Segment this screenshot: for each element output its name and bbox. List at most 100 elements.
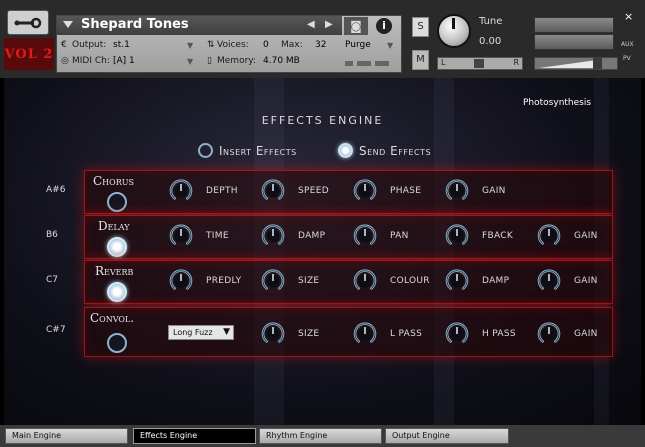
max-voices-value[interactable]: 32 — [315, 40, 326, 50]
time-knob[interactable] — [168, 223, 194, 249]
speed-knob[interactable] — [260, 178, 286, 204]
slot-indicator — [345, 61, 353, 66]
effect-row-convol — [84, 307, 613, 357]
effect-enable-toggle[interactable] — [107, 282, 127, 302]
damp-knob[interactable] — [260, 223, 286, 249]
pv-button[interactable]: PV — [623, 55, 631, 62]
instrument-header: VOL 2 Shepard Tones ◀ ▶ ◙ i € Output: st… — [0, 0, 645, 78]
pan-left-label: L — [441, 58, 446, 67]
slot-indicator — [357, 61, 371, 66]
output-dropdown-icon[interactable]: ▼ — [187, 41, 193, 50]
solo-button[interactable]: S — [412, 17, 429, 37]
effects-engine-panel: Photosynthesis EFFECTS ENGINE Insert Eff… — [4, 78, 641, 425]
voices-icon: ⇅ — [207, 40, 215, 50]
instrument-info-panel: Shepard Tones ◀ ▶ ◙ i € Output: st.1 ▼ ⇅… — [56, 15, 402, 73]
prev-instrument-icon[interactable]: ◀ — [307, 19, 315, 30]
memory-label: Memory: — [217, 56, 256, 66]
effect-row-delay — [84, 215, 613, 259]
param-label: PHASE — [390, 186, 422, 196]
tune-knob[interactable] — [437, 14, 471, 48]
param-label: FBACK — [482, 231, 514, 241]
param-label: H PASS — [482, 329, 516, 339]
param-label: TIME — [206, 231, 229, 241]
insert-effects-option[interactable]: Insert Effects — [198, 143, 297, 158]
close-icon[interactable]: × — [624, 10, 633, 23]
param-label: SIZE — [298, 329, 320, 339]
effect-enable-toggle[interactable] — [107, 333, 127, 353]
send-effects-label[interactable]: Send Effects — [359, 144, 431, 158]
slot-indicator — [375, 61, 389, 66]
effect-enable-toggle[interactable] — [107, 192, 127, 212]
ir-preset-select[interactable]: Long Fuzz ▼ — [168, 325, 234, 340]
mute-button[interactable]: M — [412, 50, 429, 70]
depth-knob[interactable] — [168, 178, 194, 204]
pan-handle[interactable] — [474, 59, 484, 68]
predly-knob[interactable] — [168, 268, 194, 294]
gain-knob[interactable] — [536, 268, 562, 294]
memory-value: 4.70 MB — [263, 56, 300, 66]
damp-knob[interactable] — [444, 268, 470, 294]
gain-knob[interactable] — [536, 321, 562, 347]
midi-channel-value[interactable]: [A] 1 — [113, 56, 135, 66]
wrench-icon[interactable] — [7, 10, 49, 35]
vol2-logo: VOL 2 — [4, 38, 54, 70]
tab-effects-engine[interactable]: Effects Engine — [133, 428, 256, 444]
level-meter-right — [534, 34, 614, 50]
insert-effects-label[interactable]: Insert Effects — [219, 144, 297, 158]
collapse-triangle-icon[interactable] — [63, 21, 73, 28]
aux-button[interactable]: AUX — [621, 41, 634, 48]
max-label: Max: — [281, 40, 303, 50]
fback-knob[interactable] — [444, 223, 470, 249]
page-title: EFFECTS ENGINE — [261, 114, 384, 127]
pan-knob[interactable] — [352, 223, 378, 249]
tab-rhythm-engine[interactable]: Rhythm Engine — [259, 428, 382, 444]
send-effects-option[interactable]: Send Effects — [338, 143, 431, 158]
ir-preset-value[interactable]: Long Fuzz — [173, 328, 213, 337]
gain-knob[interactable] — [444, 178, 470, 204]
midi-channel-label: MIDI Ch: — [72, 56, 110, 66]
send-effects-radio[interactable] — [338, 143, 353, 158]
midi-dropdown-icon[interactable]: ▼ — [187, 57, 193, 66]
purge-menu[interactable]: Purge — [345, 40, 371, 50]
tab-main-engine[interactable]: Main Engine — [5, 428, 128, 444]
midi-icon: ◎ — [61, 56, 69, 66]
instrument-name[interactable]: Shepard Tones — [81, 17, 189, 32]
gain-knob[interactable] — [536, 223, 562, 249]
effect-name: Delay — [98, 219, 130, 233]
instrument-title-bar[interactable]: Shepard Tones ◀ ▶ — [57, 16, 342, 35]
volume-slider[interactable] — [534, 57, 618, 70]
camera-icon[interactable]: ◙ — [344, 17, 368, 35]
effect-enable-toggle[interactable] — [107, 237, 127, 257]
pan-right-label: R — [513, 58, 519, 67]
pan-slider[interactable]: L R — [437, 57, 523, 70]
param-label: PREDLY — [206, 276, 242, 286]
size-knob[interactable] — [260, 268, 286, 294]
effect-row-reverb — [84, 260, 613, 304]
h-pass-knob[interactable] — [444, 321, 470, 347]
effect-name: Chorus — [93, 174, 134, 188]
colour-knob[interactable] — [352, 268, 378, 294]
voices-value: 0 — [263, 40, 269, 50]
output-value[interactable]: st.1 — [113, 40, 130, 50]
next-instrument-icon[interactable]: ▶ — [325, 19, 333, 30]
size-knob[interactable] — [260, 321, 286, 347]
info-icon[interactable]: i — [376, 18, 392, 34]
level-meter-left — [534, 17, 614, 33]
effect-name: Convol. — [90, 311, 135, 325]
insert-effects-radio[interactable] — [198, 143, 213, 158]
param-label: DAMP — [298, 231, 326, 241]
tab-output-engine[interactable]: Output Engine — [385, 428, 509, 444]
param-label: GAIN — [482, 186, 506, 196]
param-label: DAMP — [482, 276, 510, 286]
l-pass-knob[interactable] — [352, 321, 378, 347]
midi-note-label: B6 — [46, 230, 58, 240]
midi-note-label: C#7 — [46, 325, 66, 335]
param-label: GAIN — [574, 276, 598, 286]
param-label: L PASS — [390, 329, 423, 339]
phase-knob[interactable] — [352, 178, 378, 204]
dropdown-arrow-icon[interactable]: ▼ — [223, 326, 230, 339]
tune-label: Tune — [479, 16, 503, 27]
param-label: DEPTH — [206, 186, 238, 196]
purge-dropdown-icon[interactable]: ▼ — [387, 41, 393, 50]
param-label: SIZE — [298, 276, 320, 286]
